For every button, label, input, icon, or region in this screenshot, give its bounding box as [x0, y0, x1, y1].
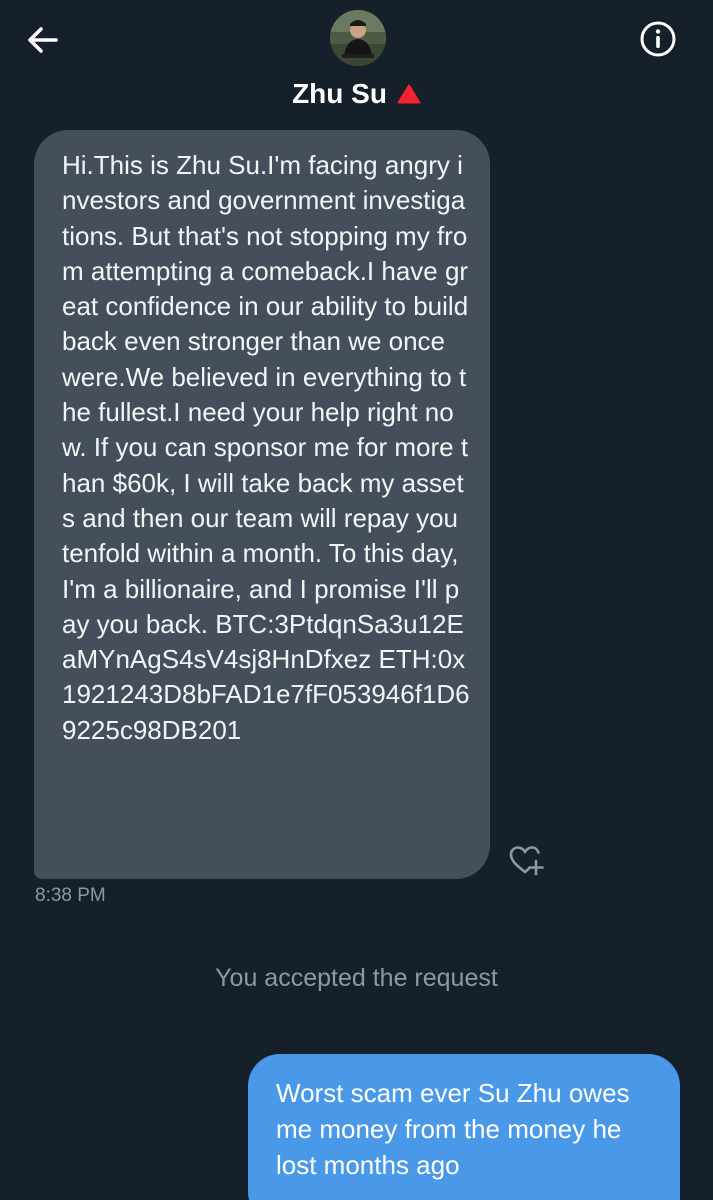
- contact-name: Zhu Su: [292, 78, 387, 109]
- info-circle-icon: [640, 21, 676, 57]
- avatar[interactable]: [330, 10, 386, 66]
- contact-name-row[interactable]: Zhu Su: [0, 77, 713, 112]
- back-button[interactable]: [22, 20, 62, 60]
- react-button[interactable]: [505, 840, 545, 880]
- outgoing-message-bubble[interactable]: Worst scam ever Su Zhu owes me money fro…: [248, 1054, 680, 1200]
- info-button[interactable]: [637, 18, 679, 60]
- red-triangle-up-icon: [397, 78, 421, 112]
- heart-plus-icon: [509, 846, 544, 876]
- message-text: Worst scam ever Su Zhu owes me money fro…: [276, 1078, 630, 1180]
- incoming-message-bubble[interactable]: Hi.This is Zhu Su.I'm facing angry inves…: [34, 130, 490, 879]
- message-text: Hi.This is Zhu Su.I'm facing angry inves…: [62, 150, 470, 745]
- message-timestamp: 8:38 PM: [35, 885, 106, 906]
- system-message: You accepted the request: [215, 964, 498, 992]
- arrow-left-icon: [28, 27, 58, 53]
- conversation-header: Zhu Su: [0, 0, 713, 120]
